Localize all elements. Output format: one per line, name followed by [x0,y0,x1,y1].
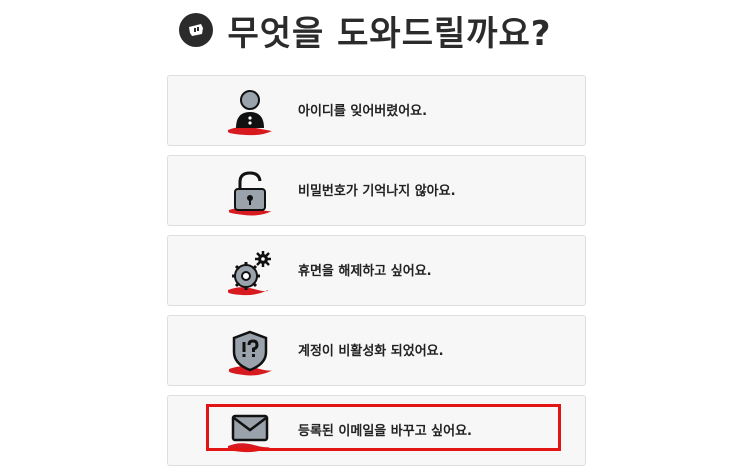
padlock-icon [226,168,274,218]
page-title: 무엇을 도와드릴까요? [227,13,552,54]
option-label: 비밀번호가 기억나지 않아요. [298,184,456,199]
user-icon [226,88,274,138]
option-dormant-release[interactable]: 휴면을 해제하고 싶어요. [167,235,586,306]
page-header: 무엇을 도와드릴까요? [0,0,731,60]
option-change-email[interactable]: 등록된 이메일을 바꾸고 싶어요. [167,395,586,466]
envelope-icon [226,408,274,458]
option-forgot-password[interactable]: 비밀번호가 기억나지 않아요. [167,155,586,226]
option-label: 계정이 비활성화 되었어요. [298,344,444,359]
help-options-list: 아이디를 잊어버렸어요. 비밀번호가 기억나지 않아요. 휴면을 해제하고 싶어… [167,75,586,475]
option-forgot-id[interactable]: 아이디를 잊어버렸어요. [167,75,586,146]
option-label: 등록된 이메일을 바꾸고 싶어요. [298,424,472,439]
option-label: 아이디를 잊어버렸어요. [298,104,428,119]
shield-question-icon [226,328,274,378]
gears-icon [226,248,274,298]
riot-fist-icon [179,13,214,47]
option-label: 휴면을 해제하고 싶어요. [298,264,432,279]
option-account-deactivated[interactable]: 계정이 비활성화 되었어요. [167,315,586,386]
